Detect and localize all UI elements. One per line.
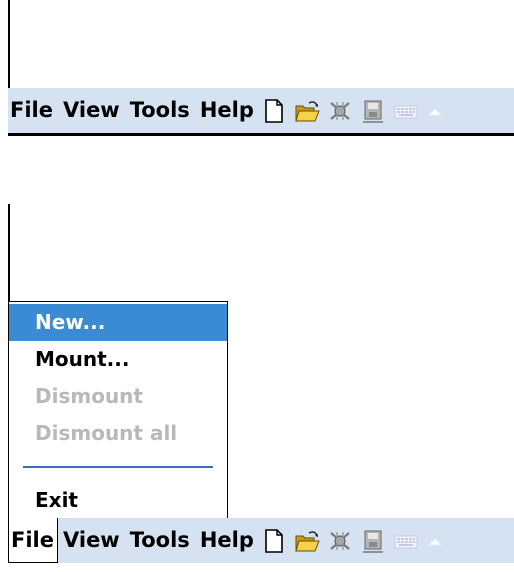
open-folder-icon[interactable] [294,98,320,124]
open-folder-icon[interactable] [294,528,320,554]
menu-file[interactable]: File [8,518,58,563]
keyboard-icon[interactable] [393,528,419,554]
menu-item-new[interactable]: New... [9,304,227,341]
dismount-disk-icon[interactable] [360,98,386,124]
file-dropdown-menu: New... Mount... Dismount Dismount all Ex… [8,301,228,518]
menu-item-dismount-all: Dismount all [35,421,178,445]
closed-menu-screen: File View Tools Help [0,0,514,150]
window-edge [8,204,10,304]
new-document-icon[interactable] [261,98,287,124]
menu-help[interactable]: Help [195,88,259,133]
menu-help[interactable]: Help [195,518,259,563]
menu-item-exit[interactable]: Exit [9,482,227,519]
open-menu-screen: New... Mount... Dismount Dismount all Ex… [0,204,514,572]
new-document-icon[interactable] [261,528,287,554]
menu-bar: File View Tools Help [8,88,514,136]
menu-tools[interactable]: Tools [125,518,195,563]
menu-item-dismount: Dismount [35,384,143,408]
menu-bar: File View Tools Help [8,518,514,563]
mount-disk-icon[interactable] [327,528,353,554]
menu-view[interactable]: View [58,88,125,133]
up-arrow-icon[interactable] [426,528,444,554]
window-edge [8,0,10,88]
menu-item-mount[interactable]: Mount... [9,341,227,378]
up-arrow-icon[interactable] [426,98,444,124]
menu-file[interactable]: File [8,88,58,133]
mount-disk-icon[interactable] [327,98,353,124]
dismount-disk-icon[interactable] [360,528,386,554]
menu-tools[interactable]: Tools [125,88,195,133]
menu-view[interactable]: View [58,518,125,563]
keyboard-icon[interactable] [393,98,419,124]
menu-separator [23,466,213,468]
